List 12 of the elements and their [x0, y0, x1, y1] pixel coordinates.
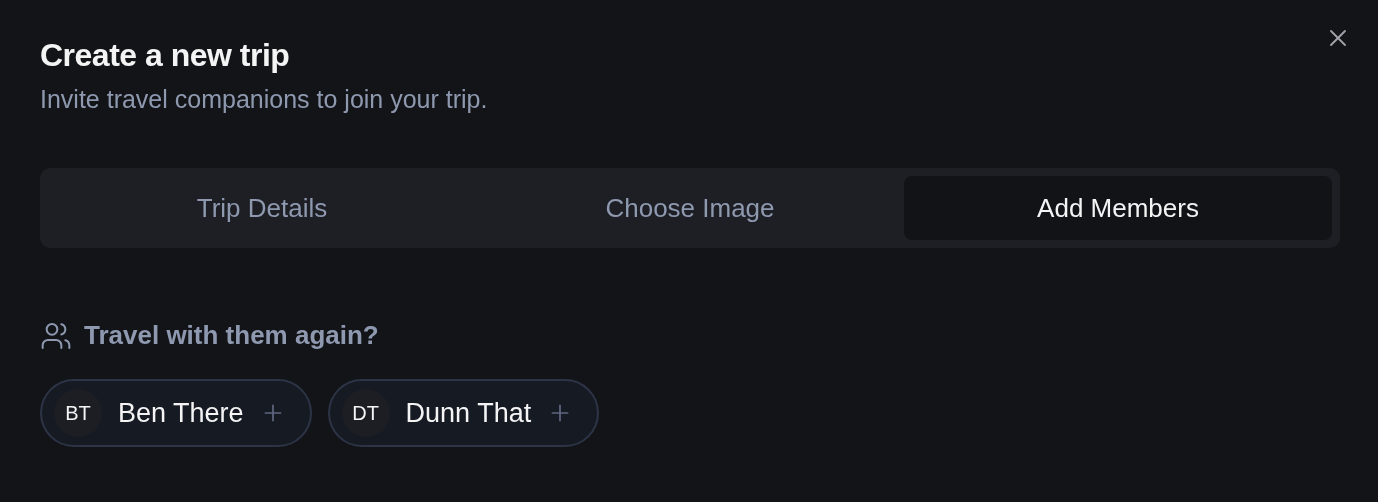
tab[interactable]: Add Members [904, 176, 1332, 240]
avatar: DT [341, 389, 390, 437]
avatar: BT [54, 389, 102, 437]
person-chip[interactable]: BT Ben There [40, 379, 312, 447]
tab[interactable]: Choose Image [476, 176, 904, 240]
person-name: Dunn That [405, 396, 532, 430]
tab[interactable]: Trip Details [48, 176, 476, 240]
dialog-title: Create a new trip [40, 36, 291, 75]
person-name: Ben There [118, 396, 244, 430]
section-heading: Travel with them again? [84, 319, 379, 352]
person-chip[interactable]: DT Dunn That [327, 379, 600, 447]
dialog-description: Invite travel companions to join your trip. [40, 84, 489, 115]
